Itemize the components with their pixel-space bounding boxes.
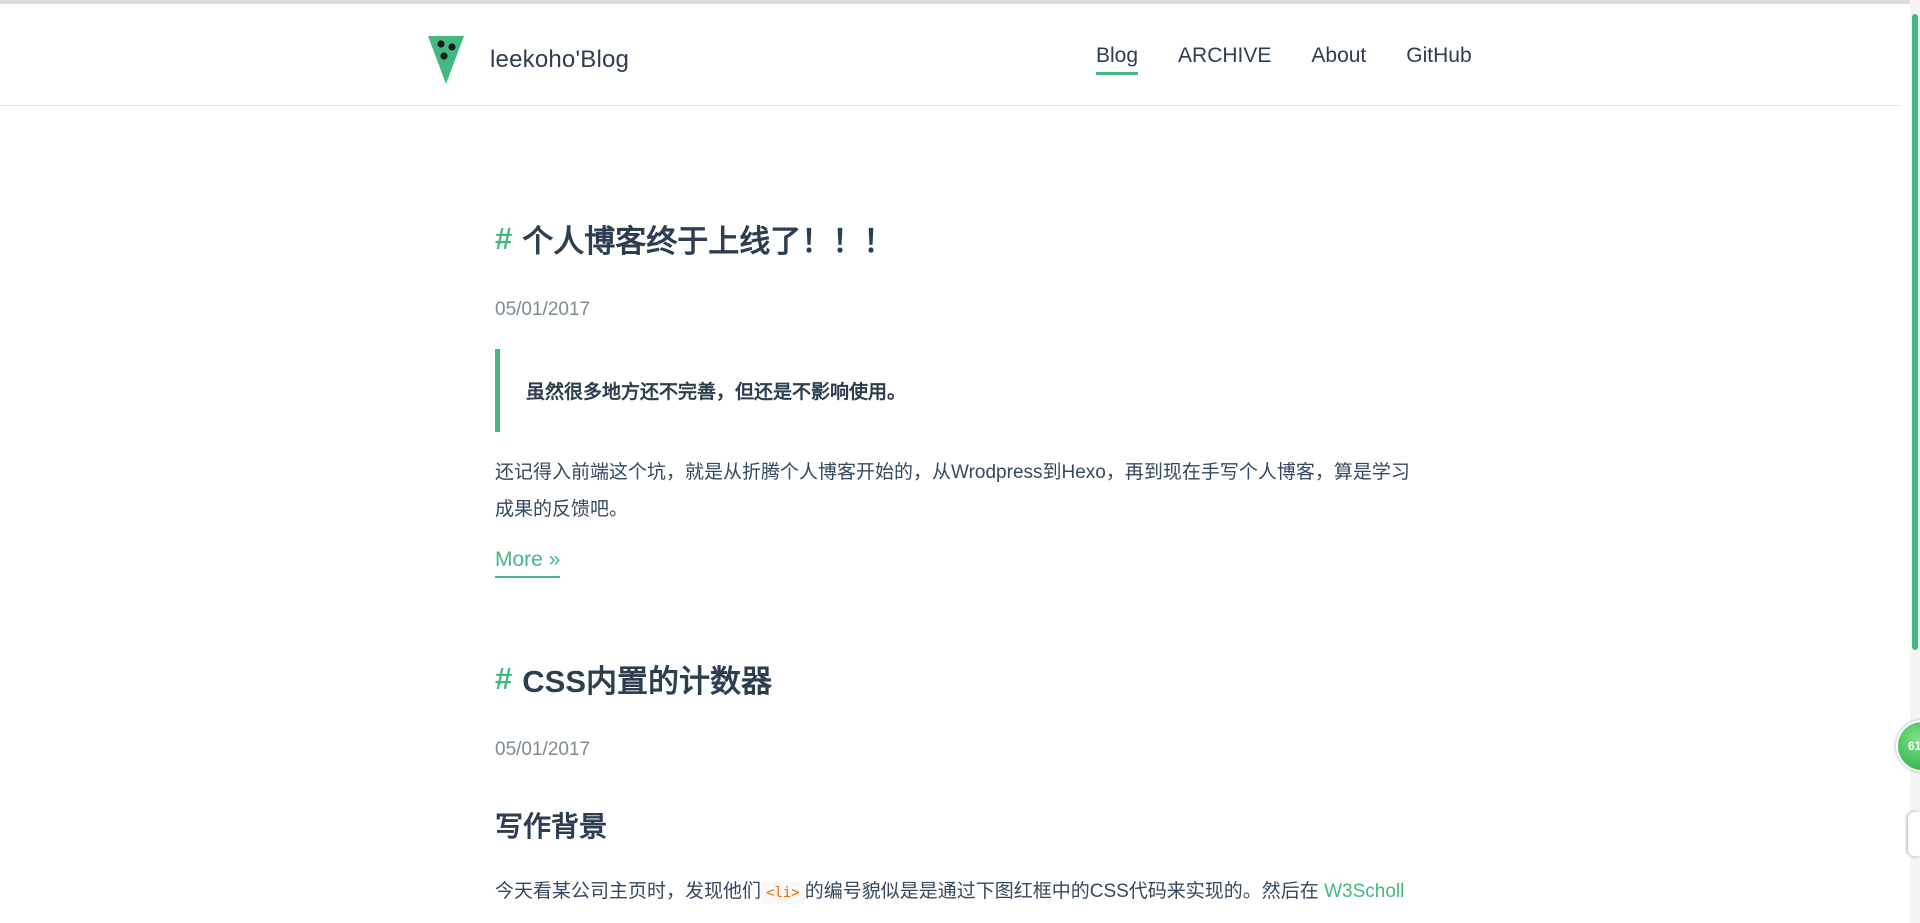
site-header: leekoho'Blog Blog ARCHIVE About GitHub: [0, 4, 1900, 106]
more-link[interactable]: More »: [495, 548, 561, 578]
title-hash: #: [495, 220, 513, 256]
inline-code: <li>: [761, 882, 805, 904]
brand[interactable]: leekoho'Blog: [426, 32, 629, 88]
title-hash: #: [495, 660, 513, 696]
post-list: # 个人博客终于上线了！！！ 05/01/2017 虽然很多地方还不完善，但还是…: [495, 106, 1415, 912]
post-item: # CSS内置的计数器 05/01/2017 写作背景 今天看某公司主页时，发现…: [495, 656, 1415, 912]
post-title: # 个人博客终于上线了！！！: [495, 216, 1415, 261]
post-date: 05/01/2017: [495, 299, 591, 320]
scrollbar-thumb[interactable]: [1912, 14, 1918, 650]
post-title: # CSS内置的计数器: [495, 656, 1415, 701]
post-title-link[interactable]: 个人博客终于上线了！！！: [522, 216, 894, 261]
main-nav: Blog ARCHIVE About GitHub: [1096, 42, 1472, 76]
post-title-link[interactable]: CSS内置的计数器: [522, 656, 772, 701]
w3school-link[interactable]: W3Scholl: [1324, 881, 1404, 902]
nav-about[interactable]: About: [1311, 42, 1366, 75]
post-date: 05/01/2017: [495, 739, 591, 760]
floating-side-tab[interactable]: [1908, 812, 1920, 856]
post-quote: 虽然很多地方还不完善，但还是不影响使用。: [495, 349, 1415, 432]
post-item: # 个人博客终于上线了！！！ 05/01/2017 虽然很多地方还不完善，但还是…: [495, 216, 1415, 578]
post-excerpt: 还记得入前端这个坑，就是从折腾个人博客开始的，从Wrodpress到Hexo，再…: [495, 462, 1410, 520]
paragraph-text: 的编号貌似是是通过下图红框中的CSS代码来实现的。然后在: [804, 881, 1319, 902]
floating-badge[interactable]: 61: [1896, 720, 1920, 772]
section-heading: 写作背景: [495, 811, 608, 842]
nav-github[interactable]: GitHub: [1406, 42, 1471, 75]
post-paragraph: 今天看某公司主页时，发现他们 <li> 的编号貌似是是通过下图红框中的CSS代码来实…: [495, 873, 1415, 912]
badge-count: 61: [1908, 739, 1920, 753]
paragraph-text: 今天看某公司主页时，发现他们: [495, 881, 762, 902]
nav-blog[interactable]: Blog: [1096, 42, 1139, 76]
brand-name: leekoho'Blog: [490, 46, 630, 73]
slice-logo-icon: [428, 36, 464, 84]
nav-archive[interactable]: ARCHIVE: [1178, 42, 1271, 75]
